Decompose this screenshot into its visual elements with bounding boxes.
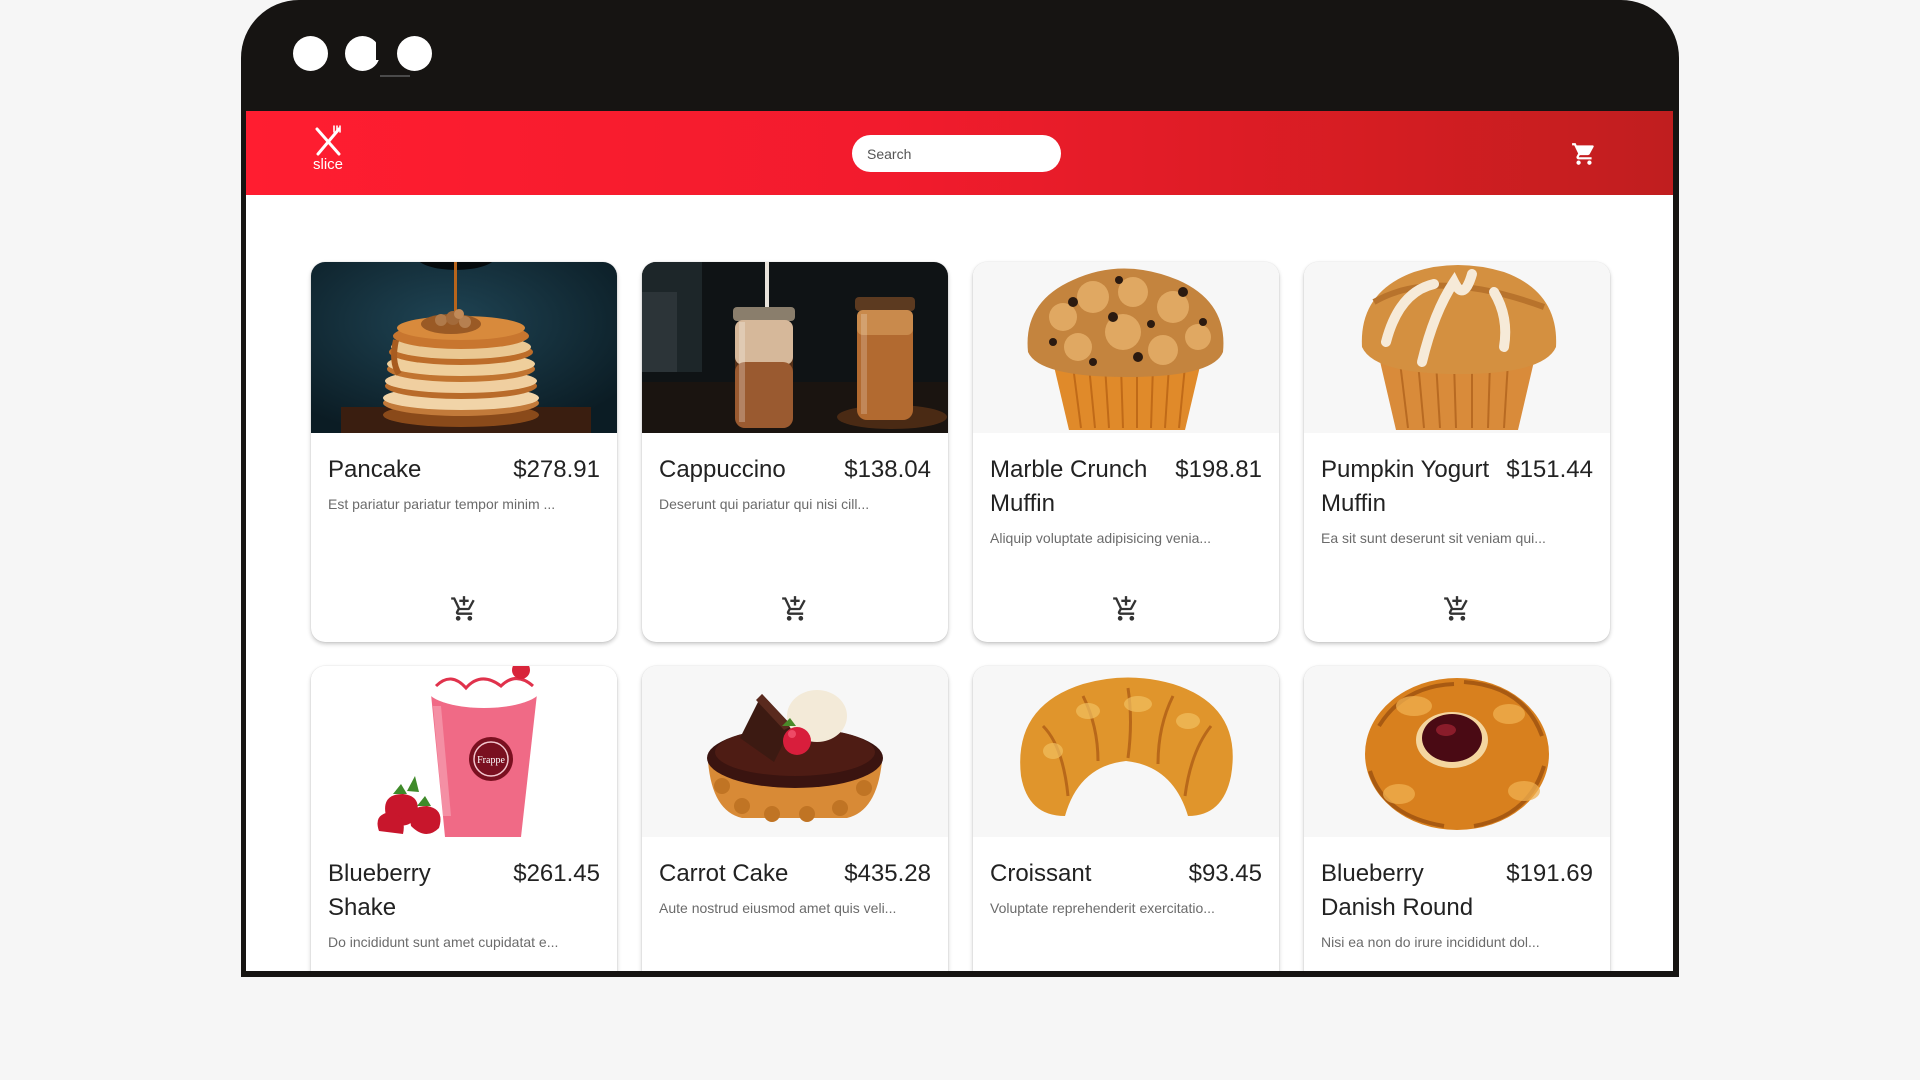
app-header: slice [246, 111, 1673, 195]
product-name: Blueberry Danish Round [1321, 860, 1474, 921]
product-description: Do incididunt sunt amet cupidatat e... [328, 934, 559, 950]
product-name: Pumpkin Yogurt Muffin [1321, 456, 1490, 517]
product-card[interactable]: Pancake $278.91 Est pariatur pariatur te… [311, 262, 617, 642]
product-price: $435.28 [844, 860, 931, 887]
frappe-cup-label: Frappe [477, 755, 505, 766]
product-price: $151.44 [1506, 456, 1593, 483]
product-price: $93.45 [1188, 860, 1262, 887]
product-card[interactable]: Carrot Cake $435.28 Aute nostrud eiusmod… [642, 666, 948, 971]
product-grid: Pancake $278.91 Est pariatur pariatur te… [311, 262, 1610, 971]
product-description: Voluptate reprehenderit exercitatio... [990, 900, 1215, 916]
product-card[interactable]: Marble Crunch Muffin $198.81 Aliquip vol… [973, 262, 1279, 642]
window-controls [293, 36, 432, 71]
product-name: Marble Crunch Muffin [990, 456, 1148, 517]
product-name: Pancake [328, 456, 422, 483]
add-to-cart-button[interactable] [1112, 595, 1140, 623]
frame-notch-line [380, 75, 410, 77]
product-image-pancake [311, 262, 617, 433]
product-description: Ea sit sunt deserunt sit veniam qui... [1321, 530, 1546, 546]
product-name: Blueberry Shake [328, 860, 431, 921]
product-price: $198.81 [1175, 456, 1262, 483]
product-image-chocolate-tart [642, 666, 948, 837]
fork-knife-icon [315, 125, 341, 156]
window-dot-2 [345, 36, 380, 71]
product-image-danish [1304, 666, 1610, 837]
product-price: $261.45 [513, 860, 600, 887]
add-to-cart-button[interactable] [1443, 595, 1471, 623]
product-description: Aute nostrud eiusmod amet quis veli... [659, 900, 897, 916]
product-image-croissant [973, 666, 1279, 837]
product-name: Carrot Cake [659, 860, 789, 887]
product-image-pumpkin-muffin [1304, 262, 1610, 433]
add-to-cart-button[interactable] [450, 595, 478, 623]
product-card[interactable]: Frappe Blueberry Shake $261.45 Do incidi… [311, 666, 617, 971]
product-card[interactable]: Cappuccino $138.04 Deserunt qui pariatur… [642, 262, 948, 642]
product-description: Est pariatur pariatur tempor minim ... [328, 496, 556, 512]
brand-logo[interactable]: slice [306, 125, 350, 183]
product-name: Cappuccino [659, 456, 786, 483]
product-price: $278.91 [513, 456, 600, 483]
product-description: Deserunt qui pariatur qui nisi cill... [659, 496, 870, 512]
add-shopping-cart-icon [1113, 596, 1137, 621]
add-shopping-cart-icon [782, 596, 806, 621]
product-name: Croissant [990, 860, 1092, 887]
app-screen: slice Search Pancake $278.91 Est pariatu… [246, 111, 1673, 971]
frame-notch-mark [376, 38, 386, 60]
product-card[interactable]: Pumpkin Yogurt Muffin $151.44 Ea sit sun… [1304, 262, 1610, 642]
product-price: $191.69 [1506, 860, 1593, 887]
device-frame: slice Search Pancake $278.91 Est pariatu… [241, 0, 1679, 977]
search-input[interactable] [852, 135, 1061, 172]
product-image-cappuccino [642, 262, 948, 433]
product-image-shake: Frappe [311, 666, 617, 837]
add-shopping-cart-icon [1444, 596, 1468, 621]
window-dot-1 [293, 36, 328, 71]
product-card[interactable]: Croissant $93.45 Voluptate reprehenderit… [973, 666, 1279, 971]
product-price: $138.04 [844, 456, 931, 483]
product-description: Nisi ea non do irure incididunt dol... [1321, 934, 1540, 950]
shopping-cart-icon [1572, 143, 1594, 165]
window-dot-3 [397, 36, 432, 71]
product-card[interactable]: Blueberry Danish Round $191.69 Nisi ea n… [1304, 666, 1610, 971]
brand-name: slice [312, 156, 343, 173]
product-description: Aliquip voluptate adipisicing venia... [990, 530, 1212, 546]
add-shopping-cart-icon [451, 596, 475, 621]
add-to-cart-button[interactable] [781, 595, 809, 623]
product-image-marble-muffin [973, 262, 1279, 433]
cart-button[interactable] [1571, 141, 1597, 167]
